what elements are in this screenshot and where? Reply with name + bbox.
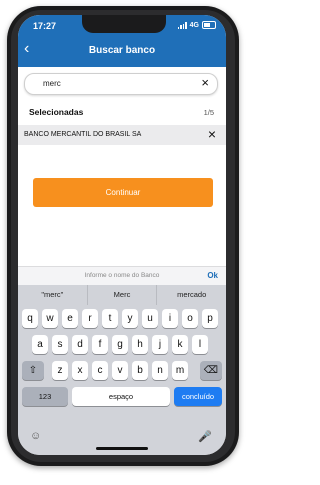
microphone-icon[interactable]: 🎤 bbox=[198, 430, 212, 443]
key-b[interactable]: b bbox=[132, 361, 148, 380]
key-p[interactable]: p bbox=[202, 309, 218, 328]
page-title: Buscar banco bbox=[88, 45, 156, 56]
continue-button[interactable]: Continuar bbox=[33, 178, 213, 207]
bank-name: BANCO MERCANTIL DO BRASIL SA bbox=[24, 131, 142, 138]
done-key[interactable]: concluído bbox=[174, 387, 222, 406]
key-e[interactable]: e bbox=[62, 309, 78, 328]
notch bbox=[82, 15, 166, 33]
key-q[interactable]: q bbox=[22, 309, 38, 328]
key-l[interactable]: l bbox=[192, 335, 208, 354]
ok-button[interactable]: Ok bbox=[207, 271, 218, 280]
keyboard: "merc" Merc mercado q w e r t y u i o p … bbox=[18, 285, 226, 455]
home-indicator bbox=[96, 447, 148, 450]
key-g[interactable]: g bbox=[112, 335, 128, 354]
key-h[interactable]: h bbox=[132, 335, 148, 354]
key-k[interactable]: k bbox=[172, 335, 188, 354]
key-w[interactable]: w bbox=[42, 309, 58, 328]
status-time: 17:27 bbox=[33, 21, 57, 31]
key-t[interactable]: t bbox=[102, 309, 118, 328]
selected-bank-item: BANCO MERCANTIL DO BRASIL SA × bbox=[18, 125, 226, 145]
key-z[interactable]: z bbox=[52, 361, 68, 380]
key-o[interactable]: o bbox=[182, 309, 198, 328]
suggestion-item[interactable]: mercado bbox=[157, 285, 226, 305]
numbers-key[interactable]: 123 bbox=[22, 387, 68, 406]
suggestion-bar: "merc" Merc mercado bbox=[18, 285, 226, 305]
close-icon[interactable]: × bbox=[201, 76, 209, 90]
search-input[interactable]: merc × bbox=[24, 73, 218, 95]
network-label: 4G bbox=[189, 21, 199, 29]
key-n[interactable]: n bbox=[152, 361, 168, 380]
status-indicators: 4G bbox=[177, 21, 216, 29]
key-i[interactable]: i bbox=[162, 309, 178, 328]
input-hint: Informe o nome do Banco bbox=[84, 272, 160, 279]
key-a[interactable]: a bbox=[32, 335, 48, 354]
key-r[interactable]: r bbox=[82, 309, 98, 328]
selected-heading: Selecionadas bbox=[29, 107, 84, 117]
keyboard-accessory-bar: Informe o nome do Banco Ok bbox=[18, 266, 226, 285]
suggestion-item[interactable]: "merc" bbox=[18, 285, 88, 305]
key-c[interactable]: c bbox=[92, 361, 108, 380]
signal-icon bbox=[177, 21, 187, 29]
key-y[interactable]: y bbox=[122, 309, 138, 328]
space-key[interactable]: espaço bbox=[72, 387, 170, 406]
key-x[interactable]: x bbox=[72, 361, 88, 380]
key-d[interactable]: d bbox=[72, 335, 88, 354]
selected-count: 1/5 bbox=[203, 108, 214, 117]
emoji-icon[interactable]: ☺ bbox=[30, 430, 41, 442]
key-j[interactable]: j bbox=[152, 335, 168, 354]
battery-icon bbox=[202, 21, 216, 29]
key-v[interactable]: v bbox=[112, 361, 128, 380]
key-m[interactable]: m bbox=[172, 361, 188, 380]
key-f[interactable]: f bbox=[92, 335, 108, 354]
key-u[interactable]: u bbox=[142, 309, 158, 328]
backspace-icon[interactable]: ⌫ bbox=[200, 361, 222, 380]
suggestion-item[interactable]: Merc bbox=[88, 285, 158, 305]
shift-icon[interactable]: ⇧ bbox=[22, 361, 44, 380]
remove-bank-close-icon[interactable]: × bbox=[208, 126, 216, 142]
key-s[interactable]: s bbox=[52, 335, 68, 354]
search-input-value[interactable]: merc bbox=[43, 79, 61, 88]
phone-screen: 17:27 4G ‹ Buscar banco merc × Seleciona… bbox=[18, 15, 226, 455]
